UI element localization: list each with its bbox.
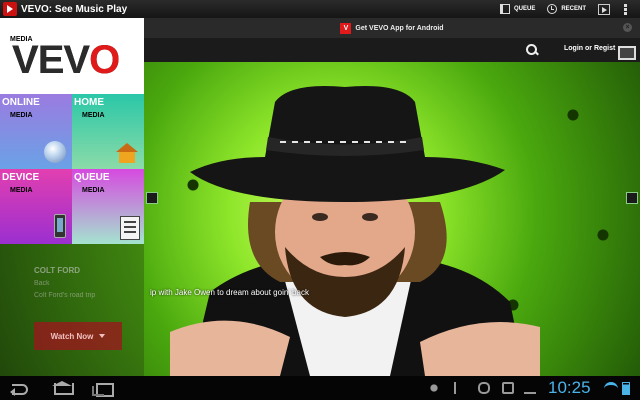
screen: VEVO: See Music Play QUEUE RECENT ip wit… (0, 0, 640, 400)
phone-icon (54, 214, 66, 238)
wifi-icon (604, 382, 618, 394)
house-icon (116, 143, 138, 163)
tile-title: HOME (74, 97, 104, 108)
games-icon (428, 382, 440, 394)
close-icon[interactable]: × (623, 23, 632, 32)
search-icon[interactable] (524, 42, 540, 58)
overflow-menu-icon[interactable] (624, 3, 628, 15)
tile-subtitle: MEDIA (10, 112, 33, 119)
online-media-tile[interactable]: ONLINE MEDIA (0, 94, 72, 169)
login-link[interactable]: Login or Regist (564, 45, 615, 52)
vevo-logo-tile[interactable]: VEVO MEDIA (0, 18, 144, 94)
chevron-down-icon (99, 334, 106, 338)
next-frame-icon[interactable] (626, 192, 638, 204)
checklist-icon (120, 216, 140, 240)
play-icon[interactable] (598, 3, 610, 15)
leather-tuft (590, 222, 616, 248)
caption-text: ip with Jake Owen to dream about goin' b… (150, 288, 309, 297)
media-drawer: VEVO MEDIA ONLINE MEDIA HOME MEDIA DEVIC… (0, 18, 144, 376)
watch-now-label: Watch Now (50, 331, 94, 341)
chat-icon (478, 382, 490, 394)
queue-action[interactable]: QUEUE (499, 4, 536, 14)
vevo-badge-icon: V (340, 22, 352, 34)
vevo-logo: VEVO (12, 38, 120, 82)
system-bar: 10:25 (0, 376, 640, 400)
queue-media-tile[interactable]: QUEUE MEDIA (72, 169, 144, 244)
tile-subtitle: MEDIA (82, 187, 105, 194)
tile-title: ONLINE (2, 97, 40, 108)
queue-icon (499, 4, 510, 14)
video-blurb: Colt Ford's road trip (34, 292, 96, 299)
artist-photo (170, 86, 540, 376)
recent-action[interactable]: RECENT (547, 4, 586, 14)
globe-icon (44, 141, 66, 163)
recent-label: RECENT (561, 6, 586, 12)
device-media-tile[interactable]: DEVICE MEDIA (0, 169, 72, 244)
check-icon (502, 382, 514, 394)
clock[interactable]: 10:25 (548, 378, 591, 398)
prev-frame-icon[interactable] (146, 192, 158, 204)
vevo-app-icon[interactable] (3, 2, 17, 16)
logo-media-label: MEDIA (10, 36, 33, 43)
video-info-panel: COLT FORD Back Colt Ford's road trip Wat… (0, 244, 144, 376)
tile-subtitle: MEDIA (10, 187, 33, 194)
battery-icon (622, 382, 630, 395)
app-action-bar: VEVO: See Music Play QUEUE RECENT (0, 0, 640, 18)
promo-text: Get VEVO App for Android (355, 24, 444, 32)
download-icon (524, 382, 536, 394)
leather-tuft (560, 102, 586, 128)
usb-icon (454, 382, 460, 394)
queue-label: QUEUE (513, 6, 536, 12)
cast-screen-icon[interactable] (618, 46, 636, 60)
home-media-tile[interactable]: HOME MEDIA (72, 94, 144, 169)
home-icon[interactable] (52, 381, 74, 395)
android-app-banner[interactable]: V Get VEVO App for Android × (144, 18, 640, 38)
tile-title: QUEUE (74, 172, 110, 183)
clock-icon (547, 4, 558, 14)
song-title: Back (34, 280, 50, 287)
tile-subtitle: MEDIA (82, 112, 105, 119)
app-title: VEVO: See Music Play (21, 3, 128, 15)
artist-name: COLT FORD (34, 266, 81, 275)
watch-now-button[interactable]: Watch Now (34, 322, 122, 350)
site-nav: Login or Regist (144, 38, 640, 62)
back-icon[interactable] (10, 381, 32, 396)
tile-title: DEVICE (2, 172, 40, 183)
recent-apps-icon[interactable] (92, 381, 114, 397)
